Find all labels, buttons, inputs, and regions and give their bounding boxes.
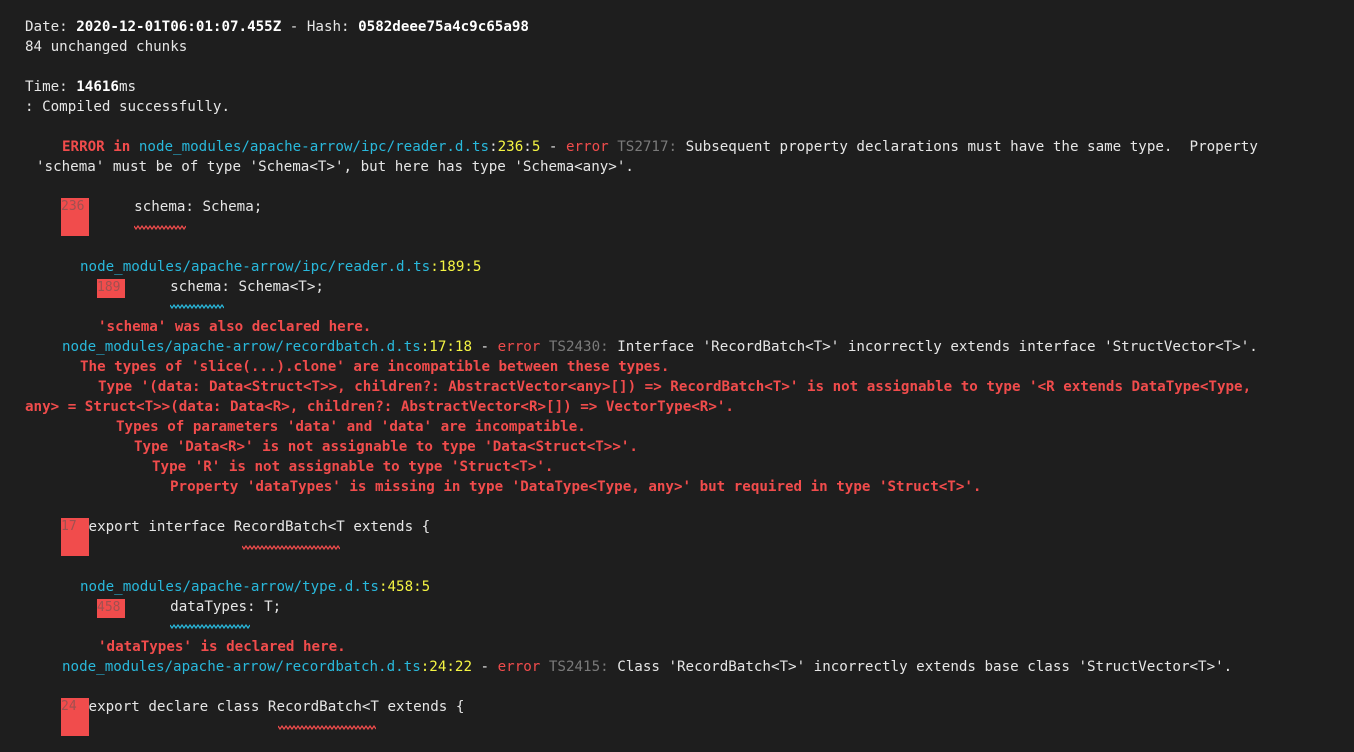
compiled-status: : Compiled successfully. xyxy=(25,99,230,115)
related-code-snippet: dataTypes: T; xyxy=(136,599,282,615)
gutter-number: 24 xyxy=(61,699,77,714)
gutter-number: 189 xyxy=(97,280,121,295)
error-2-header: node_modules/apache-arrow/recordbatch.d.… xyxy=(62,337,1258,357)
related-code-snippet: schema: Schema<T>; xyxy=(136,279,324,295)
info-squiggle xyxy=(170,304,224,310)
unchanged-chunks: 84 unchanged chunks xyxy=(25,39,188,55)
location-separator: : xyxy=(489,139,498,155)
gutter-number: 236 xyxy=(61,199,85,214)
related-loc: :189:5 xyxy=(430,259,482,275)
error-detail: The types of 'slice(...).clone' are inco… xyxy=(80,359,670,375)
code-snippet: export interface RecordBatch<T extends { xyxy=(80,519,431,535)
hash-value: 0582deee75a4c9c65a98 xyxy=(358,19,529,35)
error-detail: any> = Struct<T>>(data: Data<R>, childre… xyxy=(25,399,734,415)
related-file-link[interactable]: node_modules/apache-arrow/type.d.ts xyxy=(80,579,379,595)
error-squiggle xyxy=(242,545,340,551)
error-message: Interface 'RecordBatch<T>' incorrectly e… xyxy=(608,339,1258,355)
date-label: Date: xyxy=(25,19,77,35)
line-number-gutter: 189 xyxy=(97,279,125,298)
error-code: TS2430: xyxy=(540,339,609,355)
error-word: error xyxy=(565,139,609,155)
time-value: 14616 xyxy=(76,79,119,95)
dash: - xyxy=(472,339,498,355)
error-message-cont: 'schema' must be of type 'Schema<T>', bu… xyxy=(36,159,634,175)
related-location-1: node_modules/apache-arrow/ipc/reader.d.t… xyxy=(80,257,481,277)
dash: - xyxy=(540,139,566,155)
gutter-number: 458 xyxy=(97,600,121,615)
related-file-link[interactable]: node_modules/apache-arrow/ipc/reader.d.t… xyxy=(80,259,430,275)
error-loc: :17:18 xyxy=(420,339,472,355)
error-line: 236 xyxy=(497,139,524,155)
error-word: error xyxy=(497,659,541,675)
related-note: 'dataTypes' is declared here. xyxy=(98,639,346,655)
error-code: TS2717: xyxy=(608,139,678,155)
time-label: Time: xyxy=(25,79,77,95)
related-note: 'schema' was also declared here. xyxy=(98,319,372,335)
info-squiggle xyxy=(170,624,250,630)
date-value: 2020-12-01T06:01:07.455Z xyxy=(76,19,282,35)
error-squiggle xyxy=(278,725,376,731)
related-location-2: node_modules/apache-arrow/type.d.ts:458:… xyxy=(80,577,430,597)
time-unit: ms xyxy=(118,79,137,95)
error-file-link[interactable]: node_modules/apache-arrow/recordbatch.d.… xyxy=(62,659,421,675)
error-1-header: ERROR in node_modules/apache-arrow/ipc/r… xyxy=(62,137,1258,157)
dash: - xyxy=(472,659,498,675)
error-detail: Type 'Data<R>' is not assignable to type… xyxy=(134,439,638,455)
hash-label: - Hash: xyxy=(281,19,359,35)
error-file-link[interactable]: node_modules/apache-arrow/ipc/reader.d.t… xyxy=(139,139,489,155)
code-snippet: export declare class RecordBatch<T exten… xyxy=(80,699,465,715)
error-detail: Types of parameters 'data' and 'data' ar… xyxy=(116,419,586,435)
error-squiggle xyxy=(134,225,186,231)
line-number-gutter: 458 xyxy=(97,599,125,618)
error-file-link[interactable]: node_modules/apache-arrow/recordbatch.d.… xyxy=(62,339,421,355)
error-word: error xyxy=(497,339,541,355)
build-time-line: Time: 14616ms xyxy=(25,77,136,97)
error-prefix: ERROR in xyxy=(62,139,139,155)
error-3-header: node_modules/apache-arrow/recordbatch.d.… xyxy=(62,657,1232,677)
code-snippet: schema: Schema; xyxy=(100,199,263,215)
error-message: Class 'RecordBatch<T>' incorrectly exten… xyxy=(608,659,1233,675)
build-date-line: Date: 2020-12-01T06:01:07.455Z - Hash: 0… xyxy=(25,17,529,37)
error-detail: Type 'R' is not assignable to type 'Stru… xyxy=(152,459,554,475)
location-separator: : xyxy=(523,139,532,155)
error-detail: Type '(data: Data<Struct<T>>, children?:… xyxy=(98,379,1252,395)
gutter-number: 17 xyxy=(61,519,77,534)
error-message: Subsequent property declarations must ha… xyxy=(677,139,1258,155)
terminal-output: { "header": { "date_label": "Date: ", "d… xyxy=(0,0,1354,752)
error-detail: Property 'dataTypes' is missing in type … xyxy=(170,479,982,495)
related-loc: :458:5 xyxy=(378,579,431,595)
error-loc: :24:22 xyxy=(420,659,472,675)
error-code: TS2415: xyxy=(540,659,609,675)
line-number-gutter: 236 xyxy=(61,198,89,236)
